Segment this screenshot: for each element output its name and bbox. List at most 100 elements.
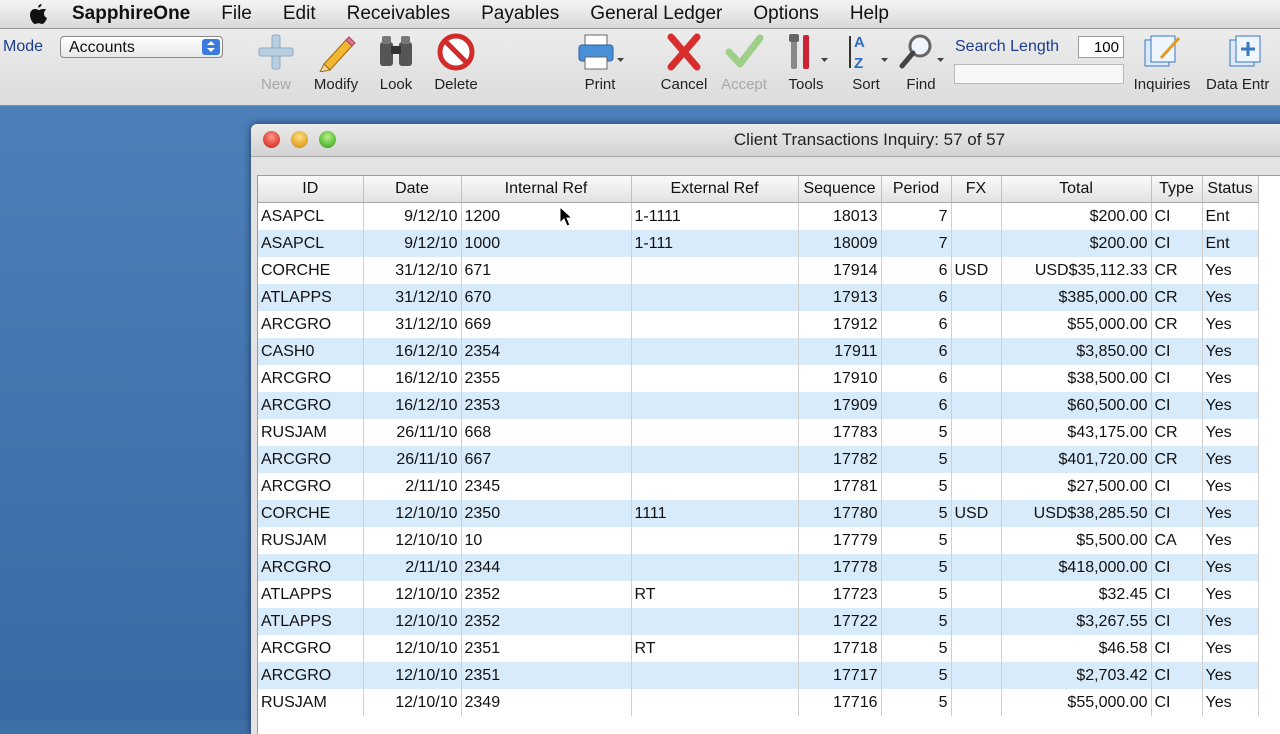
table-row[interactable]: ARCGRO 31/12/10 669 17912 6 $55,000.00 CR Yes <box>258 311 1259 338</box>
menu-edit[interactable]: Edit <box>283 3 316 25</box>
table-row[interactable]: RUSJAM 26/11/10 668 17783 5 $43,175.00 CR Yes <box>258 419 1259 446</box>
table-row[interactable]: ARCGRO 12/10/10 2351 17717 5 $2,703.42 CI Yes <box>258 662 1259 689</box>
table-row[interactable]: ARCGRO 2/11/10 2344 17778 5 $418,000.00 CI Yes <box>258 554 1259 581</box>
menu-receivables[interactable]: Receivables <box>347 3 451 25</box>
column-header-sequence[interactable]: Sequence <box>798 176 882 203</box>
table-row[interactable]: CORCHE 12/10/10 2350 1111 17780 5 USD USD$38,28… <box>258 500 1259 527</box>
mode-select[interactable]: Accounts <box>60 36 223 58</box>
find-button[interactable]: Find <box>895 32 947 93</box>
cell-internal-ref: 2345 <box>461 473 632 500</box>
cell-fx <box>951 446 1002 473</box>
column-header-fx[interactable]: FX <box>951 176 1002 203</box>
cell-id: ATLAPPS <box>258 284 364 311</box>
cell-status: Yes <box>1202 338 1259 365</box>
apple-menu-icon[interactable] <box>26 3 52 25</box>
modify-button[interactable]: Modify <box>309 32 363 93</box>
menu-app-name[interactable]: SapphireOne <box>72 3 190 25</box>
cell-total: $38,500.00 <box>1001 365 1152 392</box>
print-button[interactable]: Print <box>575 32 625 93</box>
table-row[interactable]: ARCGRO 16/12/10 2355 17910 6 $38,500.00 CI Yes <box>258 365 1259 392</box>
svg-text:A: A <box>854 34 865 51</box>
tools-label: Tools <box>788 76 824 93</box>
table-row[interactable]: ARCGRO 26/11/10 667 17782 5 $401,720.00 CR Yes <box>258 446 1259 473</box>
column-header-total[interactable]: Total <box>1001 176 1152 203</box>
cell-sequence: 17782 <box>798 446 882 473</box>
window-titlebar[interactable]: Client Transactions Inquiry: 57 of 57 <box>251 124 1280 157</box>
look-label: Look <box>379 76 413 93</box>
cell-sequence: 17723 <box>798 581 882 608</box>
table-row[interactable]: ARCGRO 12/10/10 2351 RT 17718 5 $46.58 CI Yes <box>258 635 1259 662</box>
menu-payables[interactable]: Payables <box>481 3 559 25</box>
cell-external-ref <box>631 608 799 635</box>
cell-fx: USD <box>951 257 1002 284</box>
cell-fx <box>951 338 1002 365</box>
accept-button[interactable]: Accept <box>717 32 771 93</box>
delete-button[interactable]: Delete <box>430 32 482 93</box>
magnifier-icon <box>899 34 944 69</box>
table-body: ASAPCL 9/12/10 1200 1-1111 18013 7 $200.00 CI En… <box>258 202 1259 716</box>
cell-fx <box>951 202 1002 230</box>
inquiries-button[interactable]: Inquiries <box>1128 32 1196 93</box>
column-header-internal-ref[interactable]: Internal Ref <box>461 176 632 203</box>
cell-status: Yes <box>1202 608 1259 635</box>
cancel-button[interactable]: Cancel <box>657 32 711 93</box>
cell-external-ref: RT <box>631 581 799 608</box>
menu-options[interactable]: Options <box>753 3 818 25</box>
data-entry-button[interactable]: Data Entr <box>1206 32 1280 93</box>
table-row[interactable]: CASH0 16/12/10 2354 17911 6 $3,850.00 CI Yes <box>258 338 1259 365</box>
table-row[interactable]: RUSJAM 12/10/10 2349 17716 5 $55,000.00 CI Yes <box>258 689 1259 716</box>
menu-general-ledger[interactable]: General Ledger <box>590 3 722 25</box>
cell-total: $5,500.00 <box>1001 527 1152 554</box>
table-row[interactable]: ARCGRO 16/12/10 2353 17909 6 $60,500.00 CI Yes <box>258 392 1259 419</box>
cell-sequence: 17779 <box>798 527 882 554</box>
search-input[interactable] <box>954 64 1124 84</box>
table-row[interactable]: ATLAPPS 12/10/10 2352 17722 5 $3,267.55 CI Yes <box>258 608 1259 635</box>
column-header-date[interactable]: Date <box>363 176 462 203</box>
sort-button[interactable]: A Z Sort <box>840 32 892 93</box>
cell-date: 26/11/10 <box>363 446 462 473</box>
cell-total: $46.58 <box>1001 635 1152 662</box>
table-row[interactable]: ASAPCL 9/12/10 1200 1-1111 18013 7 $200.00 CI En… <box>258 202 1259 230</box>
search-length-input[interactable]: 100 <box>1078 36 1124 58</box>
tools-button[interactable]: Tools <box>780 32 832 93</box>
table-row[interactable]: CORCHE 31/12/10 671 17914 6 USD USD$35,112.33 C… <box>258 257 1259 284</box>
cell-type: CI <box>1151 230 1203 257</box>
cell-type: CR <box>1151 446 1203 473</box>
column-header-id[interactable]: ID <box>258 176 364 203</box>
cell-type: CR <box>1151 284 1203 311</box>
menu-file[interactable]: File <box>221 3 252 25</box>
cell-status: Yes <box>1202 554 1259 581</box>
cell-status: Yes <box>1202 473 1259 500</box>
cell-external-ref <box>631 365 799 392</box>
cell-fx <box>951 554 1002 581</box>
pencil-icon <box>319 36 356 72</box>
column-header-type[interactable]: Type <box>1151 176 1203 203</box>
table-row[interactable]: ASAPCL 9/12/10 1000 1-111 18009 7 $200.00 CI Ent <box>258 230 1259 257</box>
cell-id: CORCHE <box>258 500 364 527</box>
look-button[interactable]: Look <box>375 32 417 93</box>
cell-period: 6 <box>881 365 952 392</box>
menu-help[interactable]: Help <box>850 3 889 25</box>
table-row[interactable]: ARCGRO 2/11/10 2345 17781 5 $27,500.00 CI Yes <box>258 473 1259 500</box>
table-row[interactable]: RUSJAM 12/10/10 10 17779 5 $5,500.00 CA Yes <box>258 527 1259 554</box>
column-header-period[interactable]: Period <box>881 176 952 203</box>
column-header-status[interactable]: Status <box>1202 176 1259 203</box>
cell-fx <box>951 311 1002 338</box>
cell-period: 5 <box>881 554 952 581</box>
cell-type: CI <box>1151 473 1203 500</box>
cell-type: CA <box>1151 527 1203 554</box>
cell-total: USD$38,285.50 <box>1001 500 1152 527</box>
table-row[interactable]: ATLAPPS 31/12/10 670 17913 6 $385,000.00 CR Yes <box>258 284 1259 311</box>
cell-total: $3,850.00 <box>1001 338 1152 365</box>
cell-internal-ref: 2352 <box>461 608 632 635</box>
menu-bar: SapphireOne File Edit Receivables Payabl… <box>0 0 1280 29</box>
cell-sequence: 17778 <box>798 554 882 581</box>
column-header-external-ref[interactable]: External Ref <box>631 176 799 203</box>
table-row[interactable]: ATLAPPS 12/10/10 2352 RT 17723 5 $32.45 CI Yes <box>258 581 1259 608</box>
new-button[interactable]: New <box>255 32 297 93</box>
data-entry-icon <box>1229 35 1261 67</box>
cell-date: 2/11/10 <box>363 554 462 581</box>
cell-internal-ref: 2350 <box>461 500 632 527</box>
cell-date: 9/12/10 <box>363 202 462 230</box>
cell-type: CI <box>1151 500 1203 527</box>
